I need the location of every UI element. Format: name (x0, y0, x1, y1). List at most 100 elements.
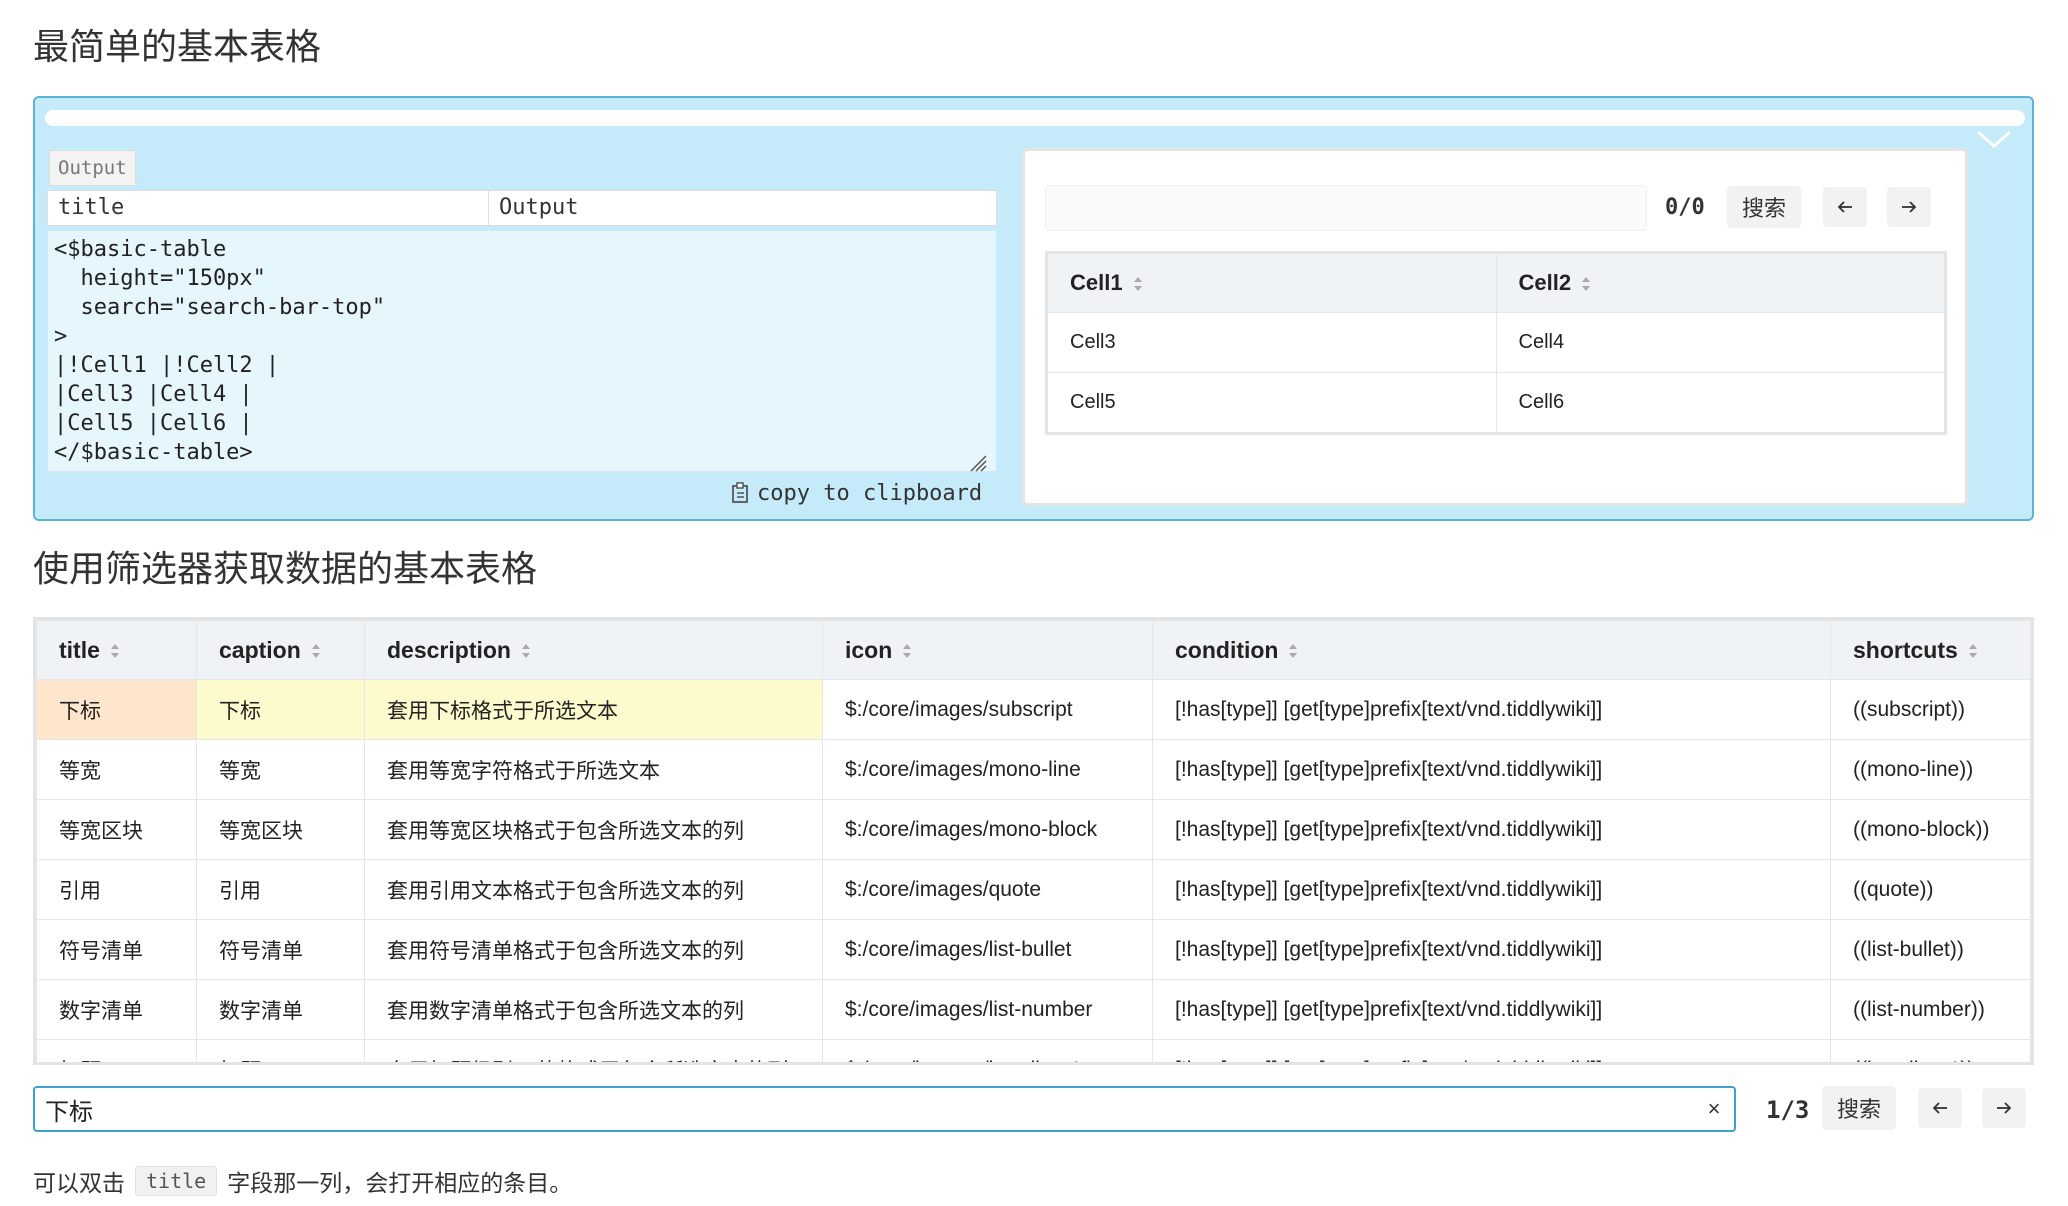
table-cell: Cell5 (1046, 372, 1497, 434)
field-row: title Output (47, 190, 997, 226)
table-row[interactable]: 等宽 等宽 套用等宽字符格式于所选文本 $:/core/images/mono-lin… (36, 739, 2031, 800)
copy-label: copy to clipboard (757, 480, 983, 506)
table-cell-shortcuts: ((list-number)) (1830, 979, 2031, 1040)
filter-table-body: 下标 下标 套用下标格式于所选文本 $:/core/images/subscript[… (36, 679, 2031, 1062)
sort-icon[interactable] (902, 643, 912, 659)
table-cell-icon: $:/core/images/list-bullet (822, 919, 1153, 980)
table-cell-icon: $:/core/images/subscript (822, 679, 1153, 740)
sort-icon[interactable] (1288, 643, 1298, 659)
table-row[interactable]: 等宽区块 等宽区块 套用等宽区块格式于包含所选文本的列 $:/core/images/… (36, 799, 2031, 860)
preview-search-button[interactable]: 搜索 (1727, 186, 1801, 228)
table-cell-title[interactable]: 等宽区块 (36, 799, 197, 860)
table-cell-caption: 符号清单 (196, 919, 365, 980)
table-row[interactable]: 数字清单 数字清单 套用数字清单格式于包含所选文本的列 $:/core/images/… (36, 979, 2031, 1040)
table-cell: Cell4 (1495, 312, 1946, 373)
table-cell-condition: [!has[type]] [get[type]prefix[text/vnd.t… (1152, 859, 1831, 920)
column-header-cell1[interactable]: Cell1 (1046, 252, 1497, 313)
code-editor[interactable]: <$basic-table height="150px" search="sea… (47, 230, 997, 472)
table-cell-caption: 等宽区块 (196, 799, 365, 860)
table-row[interactable]: 引用 引用 套用引用文本格式于包含所选文本的列 $:/core/images/quot… (36, 859, 2031, 920)
table-cell-shortcuts: ((subscript)) (1830, 679, 2031, 740)
table-cell-description: 套用数字清单格式于包含所选文本的列 (364, 979, 823, 1040)
column-header-description[interactable]: description (364, 620, 823, 680)
table-cell-caption: 等宽 (196, 739, 365, 800)
example-toolbar-bar[interactable] (45, 110, 2025, 126)
table-cell-description: 套用符号清单格式于包含所选文本的列 (364, 919, 823, 980)
table-cell-shortcuts: ((list-bullet)) (1830, 919, 2031, 980)
arrow-right-icon (1997, 1102, 2012, 1114)
copy-to-clipboard-button[interactable]: copy to clipboard (731, 478, 986, 508)
table-search-button[interactable]: 搜索 (1822, 1086, 1896, 1130)
chevron-down-icon[interactable] (1974, 128, 2014, 152)
field-value: Output (499, 195, 579, 220)
table-cell-condition: [!has[type]] [get[type]prefix[text/vnd.t… (1152, 919, 1831, 980)
sort-icon[interactable] (311, 643, 321, 659)
sort-icon[interactable] (110, 643, 120, 659)
preview-prev-button[interactable] (1823, 187, 1867, 227)
resize-grip-icon[interactable] (967, 452, 987, 472)
table-cell-shortcuts: ((mono-line)) (1830, 739, 2031, 800)
table-row[interactable]: 下标 下标 套用下标格式于所选文本 $:/core/images/subscript[… (36, 679, 2031, 740)
field-name: title (48, 191, 489, 225)
table-header-row: title caption description icon condition… (36, 620, 2031, 680)
note-text-after: 字段那一列，会打开相应的条目。 (227, 1171, 573, 1197)
table-cell-condition: [!has[type]] [get[type]prefix[text/vnd.t… (1152, 679, 1831, 740)
clear-search-button[interactable]: × (1700, 1094, 1728, 1124)
table-cell-title[interactable]: 下标 (36, 679, 197, 740)
table-cell-title[interactable]: 引用 (36, 859, 197, 920)
preview-panel: 0/0 搜索 Cell1 Cell2 Cell3 Cell4 Cell5 Cel… (1022, 148, 1968, 506)
heading-basic-table: 最简单的基本表格 (33, 27, 322, 68)
preview-table: Cell1 Cell2 Cell3 Cell4 Cell5 Cell6 (1045, 251, 1947, 435)
column-header-cell2[interactable]: Cell2 (1495, 252, 1946, 313)
table-cell: Cell6 (1495, 372, 1946, 434)
table-cell-icon: $:/core/images/mono-line (822, 739, 1153, 800)
table-cell-description: 套用标题级别 1 的格式于包含所选文本的列 (364, 1039, 823, 1062)
table-cell-icon: $:/core/images/quote (822, 859, 1153, 920)
preview-match-counter: 0/0 (1665, 195, 1705, 220)
arrow-left-icon (1837, 201, 1852, 213)
table-cell-title[interactable]: 等宽 (36, 739, 197, 800)
arrow-left-icon (1932, 1102, 1947, 1114)
table-cell-title[interactable]: 数字清单 (36, 979, 197, 1040)
column-header-title[interactable]: title (36, 620, 197, 680)
table-cell-title[interactable]: 标题 1 (36, 1039, 197, 1062)
preview-search-input[interactable] (1045, 185, 1647, 231)
search-next-button[interactable] (1982, 1088, 2026, 1128)
table-cell-condition: [!has[type]] [get[type]prefix[text/vnd.t… (1152, 1039, 1831, 1062)
clipboard-icon (732, 482, 748, 503)
output-tag: Output (49, 150, 136, 186)
column-header-caption[interactable]: caption (196, 620, 365, 680)
filter-table: title caption description icon condition… (36, 620, 2031, 1062)
table-cell-shortcuts: ((mono-block)) (1830, 799, 2031, 860)
table-cell-description: 套用下标格式于所选文本 (364, 679, 823, 740)
sort-icon[interactable] (521, 643, 531, 659)
table-cell: Cell3 (1046, 312, 1497, 373)
table-cell-condition: [!has[type]] [get[type]prefix[text/vnd.t… (1152, 799, 1831, 860)
sort-icon[interactable] (1581, 276, 1591, 292)
table-cell-caption: 下标 (196, 679, 365, 740)
search-prev-button[interactable] (1918, 1088, 1962, 1128)
table-row: Cell5 Cell6 (1046, 372, 1946, 434)
column-header-condition[interactable]: condition (1152, 620, 1831, 680)
table-cell-description: 套用等宽区块格式于包含所选文本的列 (364, 799, 823, 860)
table-cell-title[interactable]: 符号清单 (36, 919, 197, 980)
table-cell-condition: [!has[type]] [get[type]prefix[text/vnd.t… (1152, 739, 1831, 800)
table-cell-description: 套用引用文本格式于包含所选文本的列 (364, 859, 823, 920)
table-row[interactable]: 标题 1标题 1套用标题级别 1 的格式于包含所选文本的列$:/core/ima… (36, 1039, 2031, 1062)
note-code-title: title (135, 1166, 218, 1196)
filter-table-container[interactable]: title caption description icon condition… (33, 617, 2034, 1065)
heading-filter-table: 使用筛选器获取数据的基本表格 (33, 549, 538, 590)
column-header-icon[interactable]: icon (822, 620, 1153, 680)
table-cell-caption: 数字清单 (196, 979, 365, 1040)
table-search-input[interactable] (33, 1086, 1736, 1132)
table-header-row: Cell1 Cell2 (1046, 252, 1946, 313)
table-row[interactable]: 符号清单 符号清单 套用符号清单格式于包含所选文本的列 $:/core/images/… (36, 919, 2031, 980)
table-cell-description: 套用等宽字符格式于所选文本 (364, 739, 823, 800)
table-row: Cell3 Cell4 (1046, 312, 1946, 373)
preview-next-button[interactable] (1887, 187, 1931, 227)
sort-icon[interactable] (1133, 276, 1143, 292)
column-header-shortcuts[interactable]: shortcuts (1830, 620, 2031, 680)
note-text-before: 可以双击 (33, 1171, 125, 1197)
table-cell-shortcuts: ((heading-1)) (1830, 1039, 2031, 1062)
sort-icon[interactable] (1968, 643, 1978, 659)
